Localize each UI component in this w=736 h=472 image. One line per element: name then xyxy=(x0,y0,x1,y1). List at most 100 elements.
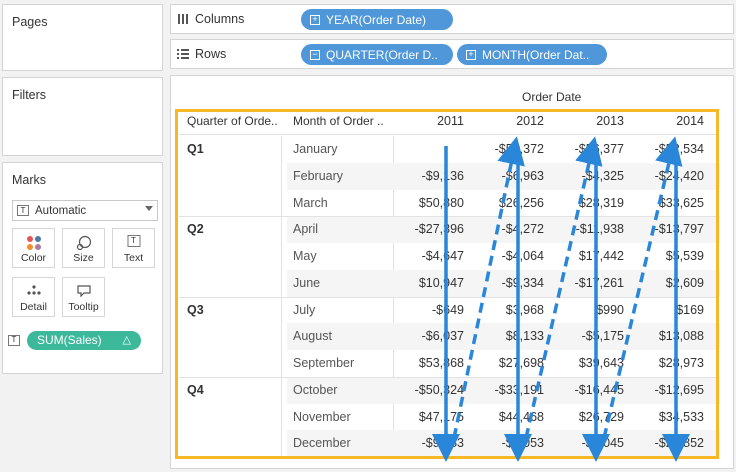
year-header-2013[interactable]: 2013 xyxy=(546,114,624,128)
value-cell[interactable]: -$17,261 xyxy=(546,276,624,290)
month-label[interactable]: November xyxy=(293,410,351,424)
month-label[interactable]: January xyxy=(293,142,337,156)
rows-shelf[interactable]: Rows − QUARTER(Order D.. + MONTH(Order D… xyxy=(170,39,734,69)
value-cell[interactable]: -$1,053 xyxy=(466,436,544,450)
value-cell[interactable]: -$33,191 xyxy=(466,383,544,397)
value-cell[interactable]: -$11,938 xyxy=(546,222,624,236)
value-cell[interactable]: -$9,083 xyxy=(386,436,464,450)
month-order-date-pill[interactable]: + MONTH(Order Dat.. xyxy=(457,44,607,65)
month-label[interactable]: October xyxy=(293,383,337,397)
value-cell[interactable]: -$649 xyxy=(386,303,464,317)
value-cell[interactable]: $28,973 xyxy=(626,356,704,370)
quarter-label[interactable]: Q2 xyxy=(187,222,204,236)
value-cell[interactable]: -$24,420 xyxy=(626,169,704,183)
value-cell[interactable]: -$4,647 xyxy=(386,249,464,263)
pages-card[interactable]: Pages xyxy=(2,4,163,71)
value-cell[interactable]: $39,643 xyxy=(546,356,624,370)
marks-card: Marks T Automatic Color Size T Text Deta… xyxy=(2,162,163,374)
detail-button[interactable]: Detail xyxy=(12,277,55,317)
rows-label-text: Rows xyxy=(195,47,227,61)
tooltip-button[interactable]: Tooltip xyxy=(62,277,105,317)
value-cell[interactable]: -$6,037 xyxy=(386,329,464,343)
value-cell[interactable]: -$52,534 xyxy=(626,142,704,156)
value-cell[interactable]: $34,533 xyxy=(626,410,704,424)
value-cell[interactable]: $47,175 xyxy=(386,410,464,424)
value-cell[interactable]: $27,698 xyxy=(466,356,544,370)
value-cell[interactable]: $5,539 xyxy=(626,249,704,263)
mark-type-dropdown[interactable]: T Automatic xyxy=(12,200,158,221)
header-divider xyxy=(179,134,719,135)
value-cell[interactable]: -$4,064 xyxy=(466,249,544,263)
value-cell[interactable]: $53,868 xyxy=(386,356,464,370)
value-cell[interactable]: $10,947 xyxy=(386,276,464,290)
viz-canvas[interactable]: Order Date Quarter of Orde.. Month of Or… xyxy=(170,75,734,469)
year-header-2014[interactable]: 2014 xyxy=(626,114,704,128)
value-cell[interactable]: -$12,695 xyxy=(626,383,704,397)
quarter-label[interactable]: Q4 xyxy=(187,383,204,397)
value-cell[interactable]: $13,088 xyxy=(626,329,704,343)
text-button-label: Text xyxy=(123,252,144,264)
value-cell[interactable]: $8,133 xyxy=(466,329,544,343)
columns-label-text: Columns xyxy=(195,12,245,26)
value-cell[interactable]: -$4,325 xyxy=(546,169,624,183)
value-cell[interactable]: $2,609 xyxy=(626,276,704,290)
size-button[interactable]: Size xyxy=(62,228,105,268)
value-cell[interactable]: -$9,136 xyxy=(386,169,464,183)
rows-icon xyxy=(177,49,189,59)
filters-card[interactable]: Filters xyxy=(2,77,163,156)
quarter-label[interactable]: Q3 xyxy=(187,303,204,317)
value-cell[interactable]: $17,442 xyxy=(546,249,624,263)
quarter-order-date-pill[interactable]: − QUARTER(Order D.. xyxy=(301,44,453,65)
text-button[interactable]: T Text xyxy=(112,228,155,268)
value-cell[interactable]: -$4,272 xyxy=(466,222,544,236)
rows-shelf-label: Rows xyxy=(177,47,226,61)
value-cell[interactable]: -$1,045 xyxy=(546,436,624,450)
value-cell[interactable]: -$21,852 xyxy=(626,436,704,450)
color-dots-icon xyxy=(26,236,41,250)
sum-sales-pill[interactable]: SUM(Sales) △ xyxy=(27,330,141,350)
month-label[interactable]: December xyxy=(293,436,351,450)
value-cell[interactable]: $33,625 xyxy=(626,196,704,210)
value-cell[interactable]: -$16,445 xyxy=(546,383,624,397)
value-cell[interactable]: $3,968 xyxy=(466,303,544,317)
value-cell[interactable]: -$9,334 xyxy=(466,276,544,290)
month-label[interactable]: March xyxy=(293,196,328,210)
value-cell[interactable]: -$27,396 xyxy=(386,222,464,236)
expand-icon[interactable]: + xyxy=(466,49,476,60)
value-cell[interactable]: -$6,963 xyxy=(466,169,544,183)
detail-button-label: Detail xyxy=(20,301,47,313)
color-button[interactable]: Color xyxy=(12,228,55,268)
size-button-label: Size xyxy=(73,252,94,264)
collapse-icon[interactable]: − xyxy=(310,49,320,60)
columns-shelf[interactable]: Columns + YEAR(Order Date) xyxy=(170,4,734,34)
year-header-2012[interactable]: 2012 xyxy=(466,114,544,128)
month-label[interactable]: February xyxy=(293,169,343,183)
month-label[interactable]: June xyxy=(293,276,320,290)
value-cell[interactable]: $44,468 xyxy=(466,410,544,424)
year-header-2011[interactable]: 2011 xyxy=(386,114,464,128)
quarter-row-header[interactable]: Quarter of Orde.. xyxy=(187,114,278,128)
value-cell[interactable]: $990 xyxy=(546,303,624,317)
value-cell[interactable]: -$56,377 xyxy=(546,142,624,156)
text-icon: T xyxy=(127,235,140,247)
value-cell[interactable]: $28,319 xyxy=(546,196,624,210)
value-cell[interactable]: -$13,797 xyxy=(626,222,704,236)
month-label[interactable]: September xyxy=(293,356,354,370)
value-cell[interactable]: $50,880 xyxy=(386,196,464,210)
value-cell[interactable]: $169 xyxy=(626,303,704,317)
quarter-label[interactable]: Q1 xyxy=(187,142,204,156)
value-cell[interactable]: -$5,175 xyxy=(546,329,624,343)
month-label[interactable]: July xyxy=(293,303,315,317)
value-cell[interactable]: -$51,372 xyxy=(466,142,544,156)
month-label[interactable]: May xyxy=(293,249,317,263)
value-cell[interactable]: $26,729 xyxy=(546,410,624,424)
year-order-date-pill[interactable]: + YEAR(Order Date) xyxy=(301,9,453,30)
pages-title: Pages xyxy=(12,15,48,29)
delta-icon: △ xyxy=(122,333,131,346)
value-cell[interactable]: -$50,324 xyxy=(386,383,464,397)
month-row-header[interactable]: Month of Order .. xyxy=(293,114,384,128)
expand-icon[interactable]: + xyxy=(310,14,320,25)
month-label[interactable]: August xyxy=(293,329,332,343)
value-cell[interactable]: $26,256 xyxy=(466,196,544,210)
month-label[interactable]: April xyxy=(293,222,318,236)
